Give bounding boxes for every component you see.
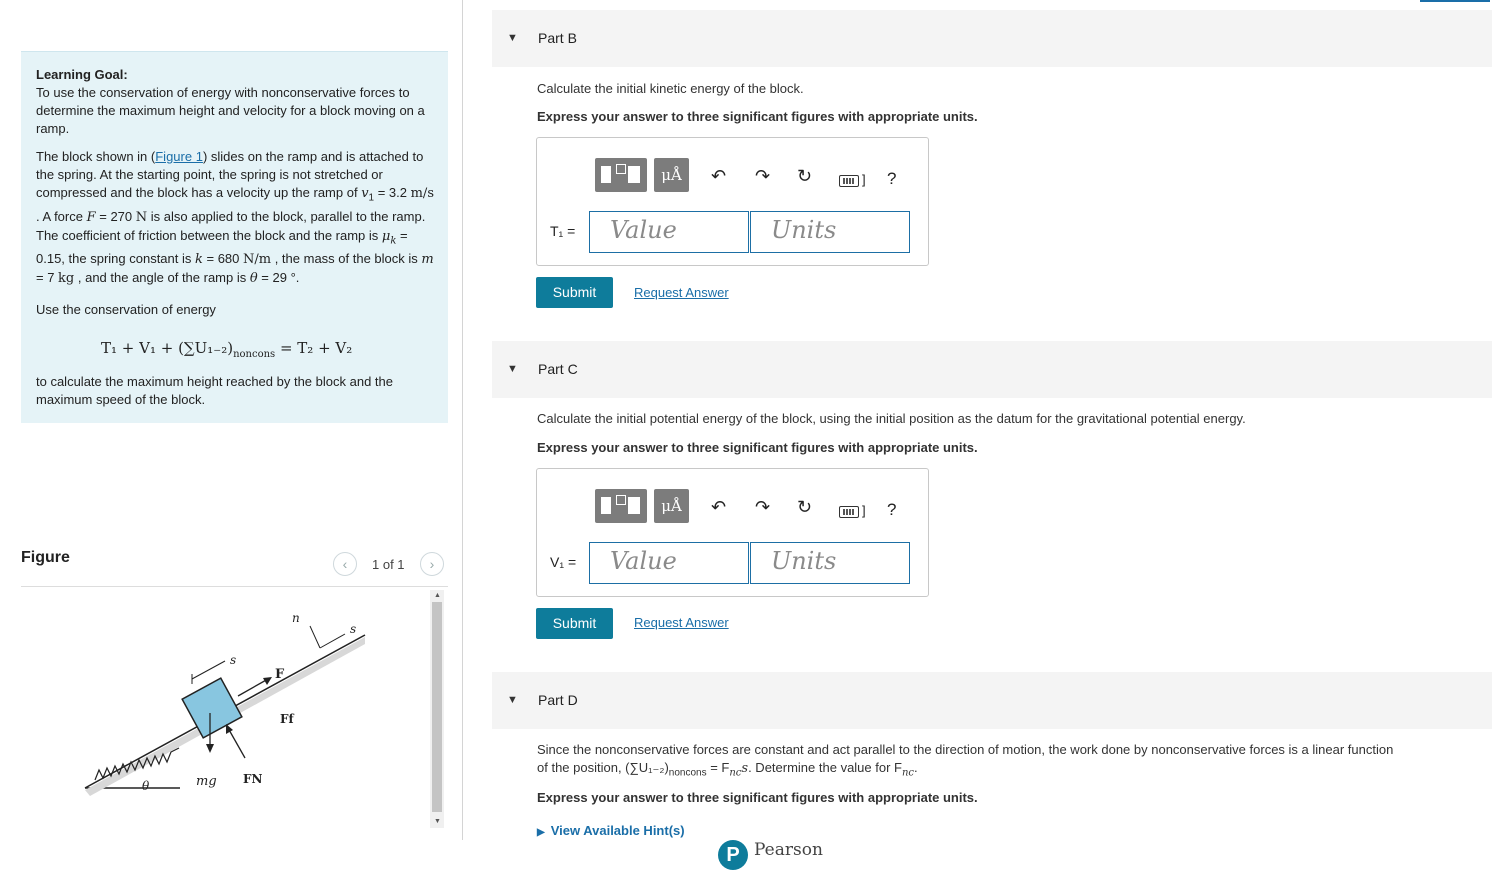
- collapse-triangle-icon[interactable]: ▼: [507, 694, 518, 706]
- part-c-instruction: Express your answer to three significant…: [537, 440, 978, 455]
- figure-title: Figure: [21, 549, 70, 566]
- part-c-question: Calculate the initial potential energy o…: [537, 411, 1246, 426]
- part-b-header[interactable]: ▼ Part B: [492, 10, 1492, 67]
- n-axis: [309, 625, 321, 649]
- part-c-answer-box: μÅ ↶ ↷ ↻ ] ? V₁ = Value Units: [536, 468, 929, 597]
- pearson-logo: P: [718, 840, 748, 870]
- left-panel: Learning Goal: To use the conservation o…: [0, 0, 462, 860]
- units-symbol-icon[interactable]: μÅ: [654, 489, 689, 523]
- label-mg: mg: [196, 774, 217, 789]
- units-input[interactable]: Units: [750, 211, 910, 253]
- s-axis-block: [191, 660, 226, 680]
- view-hints-link[interactable]: ▶ View Available Hint(s): [537, 823, 685, 838]
- figure-scrollbar[interactable]: ▲ ▼: [430, 590, 444, 828]
- ramp-figure: n s s F Ff mg FN θ: [84, 611, 366, 796]
- part-d-header[interactable]: ▼ Part D: [492, 672, 1492, 729]
- learning-goal-box: Learning Goal: To use the conservation o…: [21, 51, 448, 423]
- units-symbol-icon[interactable]: μÅ: [654, 158, 689, 192]
- use-conservation-text: Use the conservation of energy: [36, 302, 216, 318]
- value-input[interactable]: Value: [589, 542, 749, 584]
- templates-icon[interactable]: [595, 158, 647, 192]
- var-label-t1: T₁ =: [550, 223, 576, 239]
- part-d-instruction: Express your answer to three significant…: [537, 790, 978, 805]
- part-d-question-line2: of the position, (∑U₁₋₂)noncons = Fncs. …: [537, 760, 918, 779]
- energy-equation: T₁ + V₁ + (∑U₁₋₂)noncons = T₂ + V₂: [101, 339, 353, 360]
- undo-icon[interactable]: ↶: [711, 497, 726, 517]
- templates-icon[interactable]: [595, 489, 647, 523]
- reset-icon[interactable]: ↻: [797, 166, 812, 186]
- weight-arrowhead: [206, 744, 214, 753]
- part-d-question-line1: Since the nonconservative forces are con…: [537, 742, 1394, 757]
- scroll-thumb[interactable]: [432, 602, 442, 812]
- part-c-header[interactable]: ▼ Part C: [492, 341, 1492, 398]
- collapse-triangle-icon[interactable]: ▼: [507, 363, 518, 375]
- column-divider: [462, 0, 463, 840]
- keyboard-bracket: ]: [862, 503, 866, 518]
- label-s-axis: s: [350, 622, 356, 636]
- chevron-left-icon[interactable]: ‹: [333, 552, 357, 576]
- part-c-label: Part C: [538, 361, 578, 377]
- expand-triangle-icon: ▶: [537, 827, 545, 838]
- normal-arrowhead: [226, 724, 233, 734]
- label-ff: Ff: [280, 712, 295, 726]
- redo-icon[interactable]: ↷: [755, 166, 770, 186]
- pearson-text: Pearson: [754, 840, 823, 860]
- label-fn: FN: [243, 772, 263, 786]
- calculate-text: to calculate the maximum height reached …: [36, 374, 393, 407]
- part-b-question: Calculate the initial kinetic energy of …: [537, 81, 804, 96]
- label-n: n: [292, 611, 300, 625]
- part-b-instruction: Express your answer to three significant…: [537, 109, 978, 124]
- keyboard-bracket: ]: [862, 172, 866, 187]
- label-s-block: s: [230, 653, 236, 667]
- submit-button[interactable]: Submit: [536, 277, 613, 308]
- value-input[interactable]: Value: [589, 211, 749, 253]
- normal-arrow: [227, 727, 246, 759]
- reset-icon[interactable]: ↻: [797, 497, 812, 517]
- request-answer-link[interactable]: Request Answer: [634, 615, 729, 630]
- keyboard-icon[interactable]: [839, 506, 859, 518]
- collapse-triangle-icon[interactable]: ▼: [507, 32, 518, 44]
- submit-button[interactable]: Submit: [536, 608, 613, 639]
- figure-header: Figure ‹ 1 of 1 ›: [21, 549, 448, 587]
- chevron-right-icon[interactable]: ›: [420, 552, 444, 576]
- part-d-label: Part D: [538, 692, 578, 708]
- help-icon[interactable]: ?: [887, 169, 896, 189]
- keyboard-icon[interactable]: [839, 175, 859, 187]
- figure-pager: 1 of 1: [372, 557, 405, 572]
- block: [181, 677, 243, 739]
- label-theta: θ: [142, 779, 150, 793]
- learning-goal-title: Learning Goal:: [36, 67, 128, 82]
- scroll-up-arrow[interactable]: ▲: [434, 592, 441, 599]
- part-b-answer-box: μÅ ↶ ↷ ↻ ] ? T₁ = Value Units: [536, 137, 929, 266]
- problem-description: The block shown in (Figure 1) slides on …: [36, 149, 434, 287]
- request-answer-link[interactable]: Request Answer: [634, 285, 729, 300]
- help-icon[interactable]: ?: [887, 500, 896, 520]
- units-input[interactable]: Units: [750, 542, 910, 584]
- scroll-down-arrow[interactable]: ▼: [434, 818, 441, 825]
- part-b-label: Part B: [538, 30, 577, 46]
- learning-goal-text: To use the conservation of energy with n…: [36, 85, 425, 136]
- var-label-v1: V₁ =: [550, 554, 577, 570]
- redo-icon[interactable]: ↷: [755, 497, 770, 517]
- review-link-underline[interactable]: [1420, 0, 1490, 2]
- undo-icon[interactable]: ↶: [711, 166, 726, 186]
- figure-link[interactable]: Figure 1: [155, 149, 203, 164]
- s-axis: [319, 633, 346, 649]
- label-f: F: [275, 667, 285, 682]
